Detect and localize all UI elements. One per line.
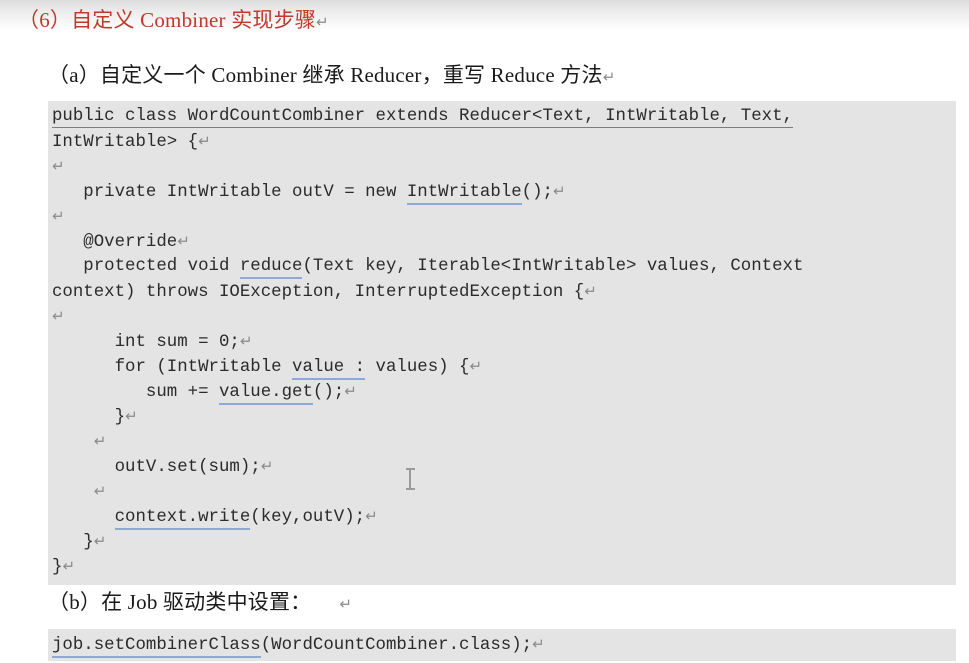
code-text: private IntWritable outV = new: [52, 183, 407, 202]
paragraph-mark-icon: ↵: [52, 308, 65, 325]
code-text: }: [52, 408, 126, 427]
code-line: }↵: [52, 529, 956, 554]
section-b-heading-text: （b）在 Job 驱动类中设置：: [48, 590, 312, 614]
paragraph-mark-icon: ↵: [602, 69, 616, 86]
code-text: (Text key, Iterable<IntWritable> values,…: [302, 257, 804, 276]
paragraph-mark-icon: ↵: [198, 133, 211, 150]
paragraph-mark-icon: ↵: [52, 208, 65, 225]
code-text: ();: [312, 383, 345, 402]
code-block-combiner-class[interactable]: public class WordCountCombiner extends R…: [48, 101, 956, 585]
code-text: values) {: [365, 358, 470, 377]
paragraph-mark-icon: ↵: [552, 183, 566, 200]
paragraph-mark-icon: ↵: [344, 383, 357, 400]
code-text: }: [52, 533, 94, 552]
code-identifier-underlined: reduce: [239, 257, 303, 279]
code-text: int sum = 0;: [52, 333, 240, 352]
paragraph-mark-icon: ↵: [125, 408, 138, 425]
code-line: job.setCombinerClass(WordCountCombiner.c…: [52, 632, 956, 658]
code-identifier-underlined: context.write: [114, 508, 251, 530]
code-text: (WordCountCombiner.class);: [260, 636, 533, 655]
paragraph-mark-icon: ↵: [239, 333, 253, 350]
code-line: ↵: [52, 154, 956, 179]
code-text: (key,outV);: [250, 508, 366, 527]
section-b-heading: （b）在 Job 驱动类中设置： ↵: [48, 588, 352, 619]
paragraph-mark-icon: ↵: [316, 14, 329, 31]
code-text: IntWritable> {: [52, 133, 199, 152]
code-line: outV.set(sum);↵: [52, 454, 956, 479]
paragraph-mark-icon: ↵: [584, 283, 597, 300]
code-block-job-driver[interactable]: job.setCombinerClass(WordCountCombiner.c…: [48, 629, 956, 661]
code-identifier-underlined: value.get: [218, 383, 313, 405]
code-declaration-underlined: public class WordCountCombiner extends R…: [52, 107, 793, 128]
code-text: outV.set(sum);: [52, 458, 261, 477]
paragraph-mark-icon: ↵: [93, 533, 107, 550]
code-line: ↵: [52, 304, 956, 329]
paragraph-mark-icon: ↵: [260, 458, 274, 475]
code-line: @Override↵: [52, 229, 956, 254]
code-line: for (IntWritable value : values) {↵: [52, 354, 956, 380]
code-line: }↵: [52, 404, 956, 429]
code-line: ↵: [52, 429, 956, 454]
code-line: }↵: [52, 554, 956, 579]
code-text: }: [52, 558, 63, 577]
code-line: ↵: [52, 479, 956, 504]
code-line: IntWritable> {↵: [52, 129, 956, 154]
paragraph-mark-icon: ↵: [93, 433, 107, 450]
page-title: （6）自定义 Combiner 实现步骤↵: [18, 6, 329, 37]
code-identifier-underlined: value :: [292, 358, 366, 380]
code-line: context.write(key,outV);↵: [52, 504, 956, 530]
code-line: context) throws IOException, Interrupted…: [52, 279, 956, 304]
code-identifier-underlined: IntWritable: [406, 183, 522, 205]
paragraph-mark-icon: ↵: [52, 158, 65, 175]
page-title-text: （6）自定义 Combiner 实现步骤: [18, 8, 316, 32]
paragraph-mark-icon: ↵: [177, 233, 190, 250]
paragraph-mark-icon: ↵: [93, 483, 107, 500]
section-a-heading: （a）自定义一个 Combiner 继承 Reducer，重写 Reduce 方…: [48, 61, 615, 92]
code-text: for (IntWritable: [52, 358, 293, 377]
code-text: protected void: [52, 257, 240, 276]
code-line: public class WordCountCombiner extends R…: [52, 104, 956, 129]
code-identifier-underlined: job.setCombinerClass: [52, 636, 261, 658]
code-text: ();: [521, 183, 553, 202]
paragraph-mark-icon: ↵: [365, 508, 378, 525]
code-line: ↵: [52, 204, 956, 229]
code-text: @Override: [52, 233, 178, 252]
paragraph-mark-icon: ↵: [532, 636, 545, 653]
code-line: protected void reduce(Text key, Iterable…: [52, 254, 956, 279]
code-text: sum +=: [52, 383, 219, 402]
document-page: （6）自定义 Combiner 实现步骤↵ （a）自定义一个 Combiner …: [0, 0, 969, 663]
paragraph-mark-icon: ↵: [469, 358, 483, 375]
code-line: private IntWritable outV = new IntWritab…: [52, 179, 956, 205]
code-line: sum += value.get();↵: [52, 379, 956, 405]
paragraph-mark-icon: ↵: [62, 558, 76, 575]
paragraph-mark-icon: ↵: [339, 596, 353, 613]
code-line: int sum = 0;↵: [52, 329, 956, 354]
code-text: context) throws IOException, Interrupted…: [52, 283, 585, 302]
section-a-heading-text: （a）自定义一个 Combiner 继承 Reducer，重写 Reduce 方…: [48, 63, 603, 87]
